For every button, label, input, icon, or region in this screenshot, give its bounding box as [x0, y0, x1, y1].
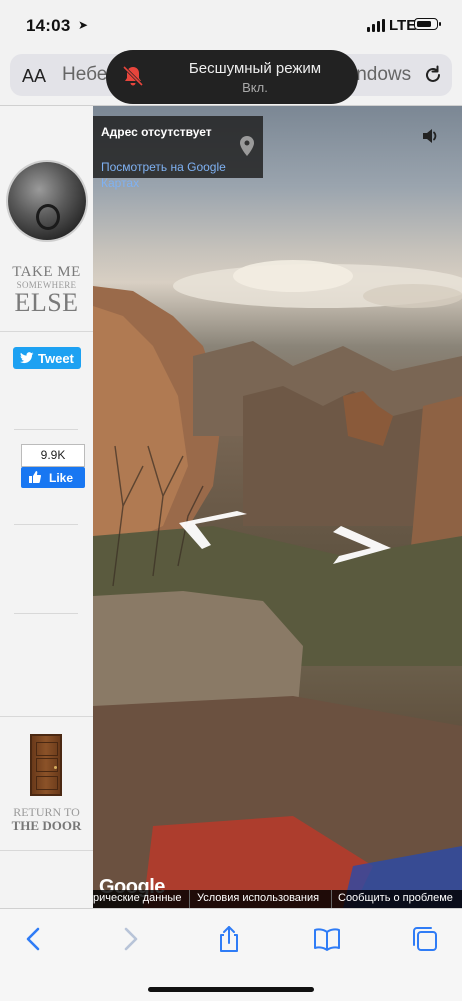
like-button[interactable]: Like — [21, 467, 85, 488]
canyon-scenery — [93, 260, 462, 908]
historical-data-link[interactable]: рические данные — [93, 892, 181, 904]
network-type: LTE — [389, 17, 417, 34]
location-arrow-icon: ➤ — [78, 18, 89, 32]
divider — [0, 331, 93, 332]
report-problem-link[interactable]: Сообщить о проблеме — [338, 892, 453, 904]
silent-mode-banner: Бесшумный режим Вкл. — [106, 50, 358, 104]
forward-icon[interactable] — [116, 925, 144, 953]
url-text-end: indows — [352, 64, 412, 85]
twitter-bird-icon — [20, 352, 34, 364]
silent-mode-title: Бесшумный режим — [188, 60, 322, 77]
home-indicator[interactable] — [148, 987, 314, 992]
tweet-label: Tweet — [38, 351, 74, 366]
status-bar: 14:03 ➤ LTE — [0, 0, 462, 50]
map-pin-icon[interactable] — [240, 136, 254, 156]
battery-icon — [414, 18, 441, 30]
status-time: 14:03 — [26, 16, 71, 35]
pan-right-arrow-icon[interactable] — [329, 526, 393, 566]
like-label: Like — [49, 471, 74, 485]
address-info-card: Адрес отсутствует Посмотреть на Google К… — [93, 116, 263, 190]
signal-icon — [367, 19, 385, 32]
tweet-button[interactable]: Tweet — [13, 347, 81, 369]
bell-slash-icon — [122, 65, 144, 87]
share-icon[interactable] — [215, 925, 243, 953]
url-text-start: Небе — [62, 64, 108, 85]
street-view-panorama[interactable]: Адрес отсутствует Посмотреть на Google К… — [93, 106, 462, 908]
thumbs-up-icon — [29, 471, 41, 483]
divider — [0, 850, 93, 851]
divider — [14, 613, 78, 614]
text-size-button[interactable]: AA — [22, 66, 46, 87]
map-footer-bar: рические данные Условия использования Со… — [93, 890, 462, 908]
facebook-like-widget: 9.9K Like — [21, 444, 85, 488]
divider — [14, 429, 78, 430]
sidebar: TAKE ME SOMEWHERE ELSE Tweet 9.9K Like R… — [0, 106, 93, 908]
logo-line-3: ELSE — [14, 288, 79, 317]
back-icon[interactable] — [20, 925, 48, 953]
speaker-icon[interactable] — [421, 126, 441, 146]
bookmarks-icon[interactable] — [313, 925, 341, 953]
divider — [0, 716, 93, 717]
return-line-2: THE DOOR — [11, 818, 82, 834]
address-missing-text: Адрес отсутствует — [101, 125, 212, 139]
browser-toolbar — [0, 908, 462, 1001]
wooden-door-image[interactable] — [30, 734, 62, 796]
terms-of-use-link[interactable]: Условия использования — [197, 892, 319, 904]
divider — [14, 524, 78, 525]
like-count: 9.9K — [21, 444, 85, 467]
pan-left-arrow-icon[interactable] — [177, 511, 249, 551]
logo-line-1: TAKE ME — [12, 264, 81, 280]
reload-icon[interactable] — [422, 64, 444, 86]
return-to-door-link[interactable]: RETURN TO THE DOOR — [0, 805, 93, 834]
silent-mode-status: Вкл. — [242, 80, 268, 95]
view-on-google-maps-link[interactable]: Посмотреть на Google Картах — [101, 159, 241, 191]
lion-door-knocker-logo[interactable] — [8, 162, 86, 240]
tabs-icon[interactable] — [411, 925, 439, 953]
site-logo-text[interactable]: TAKE ME SOMEWHERE ELSE — [0, 265, 93, 316]
